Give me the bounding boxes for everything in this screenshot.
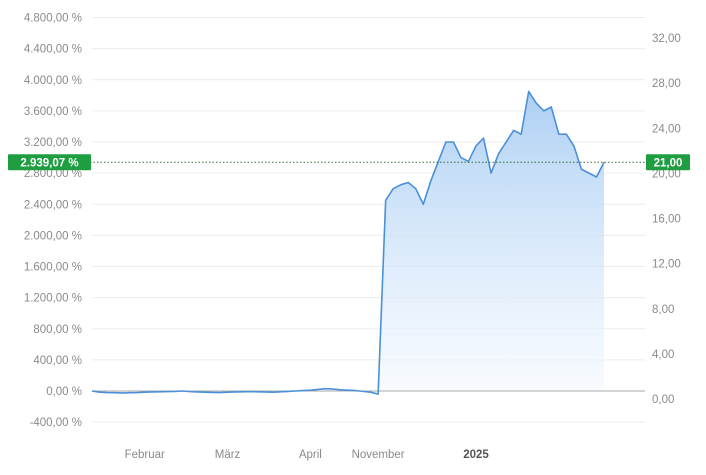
right-tick-label: 28,00 (652, 78, 681, 90)
x-tick-label: Februar (125, 449, 165, 461)
left-tick-label: 4.400,00 % (24, 44, 82, 56)
current-value-right-label: 21,00 (654, 157, 683, 169)
left-tick-label: 400,00 % (33, 355, 82, 367)
current-value-left-label: 2.939,07 % (20, 157, 78, 169)
left-tick-label: 1.600,00 % (24, 262, 82, 274)
left-tick-label: 1.200,00 % (24, 293, 82, 305)
left-tick-label: 0,00 % (46, 386, 82, 398)
left-tick-label: 800,00 % (33, 324, 82, 336)
right-tick-label: 24,00 (652, 123, 681, 135)
right-tick-label: 12,00 (652, 259, 681, 271)
left-tick-label: 2.400,00 % (24, 199, 82, 211)
right-tick-label: 16,00 (652, 214, 681, 226)
right-tick-label: 8,00 (652, 304, 674, 316)
left-tick-label: 3.600,00 % (24, 106, 82, 118)
x-tick-label: November (352, 449, 405, 461)
right-tick-label: 0,00 (652, 394, 674, 406)
right-tick-label: 4,00 (652, 349, 674, 361)
x-tick-label: 2025 (463, 449, 489, 461)
left-tick-label: 4.800,00 % (24, 13, 82, 25)
right-tick-label: 32,00 (652, 33, 681, 45)
left-tick-label: 4.000,00 % (24, 75, 82, 87)
left-tick-label: -400,00 % (30, 417, 82, 429)
left-tick-label: 3.200,00 % (24, 137, 82, 149)
x-tick-label: März (215, 449, 241, 461)
left-tick-label: 2.000,00 % (24, 230, 82, 242)
chart-svg: -400,00 % 0,00 % 400,00 % 800,00 % 1.200,00 … (8, 13, 690, 461)
stock-performance-chart: -400,00 % 0,00 % 400,00 % 800,00 % 1.200,00 … (0, 0, 706, 475)
area-fill (92, 91, 604, 395)
x-tick-label: April (299, 449, 322, 461)
